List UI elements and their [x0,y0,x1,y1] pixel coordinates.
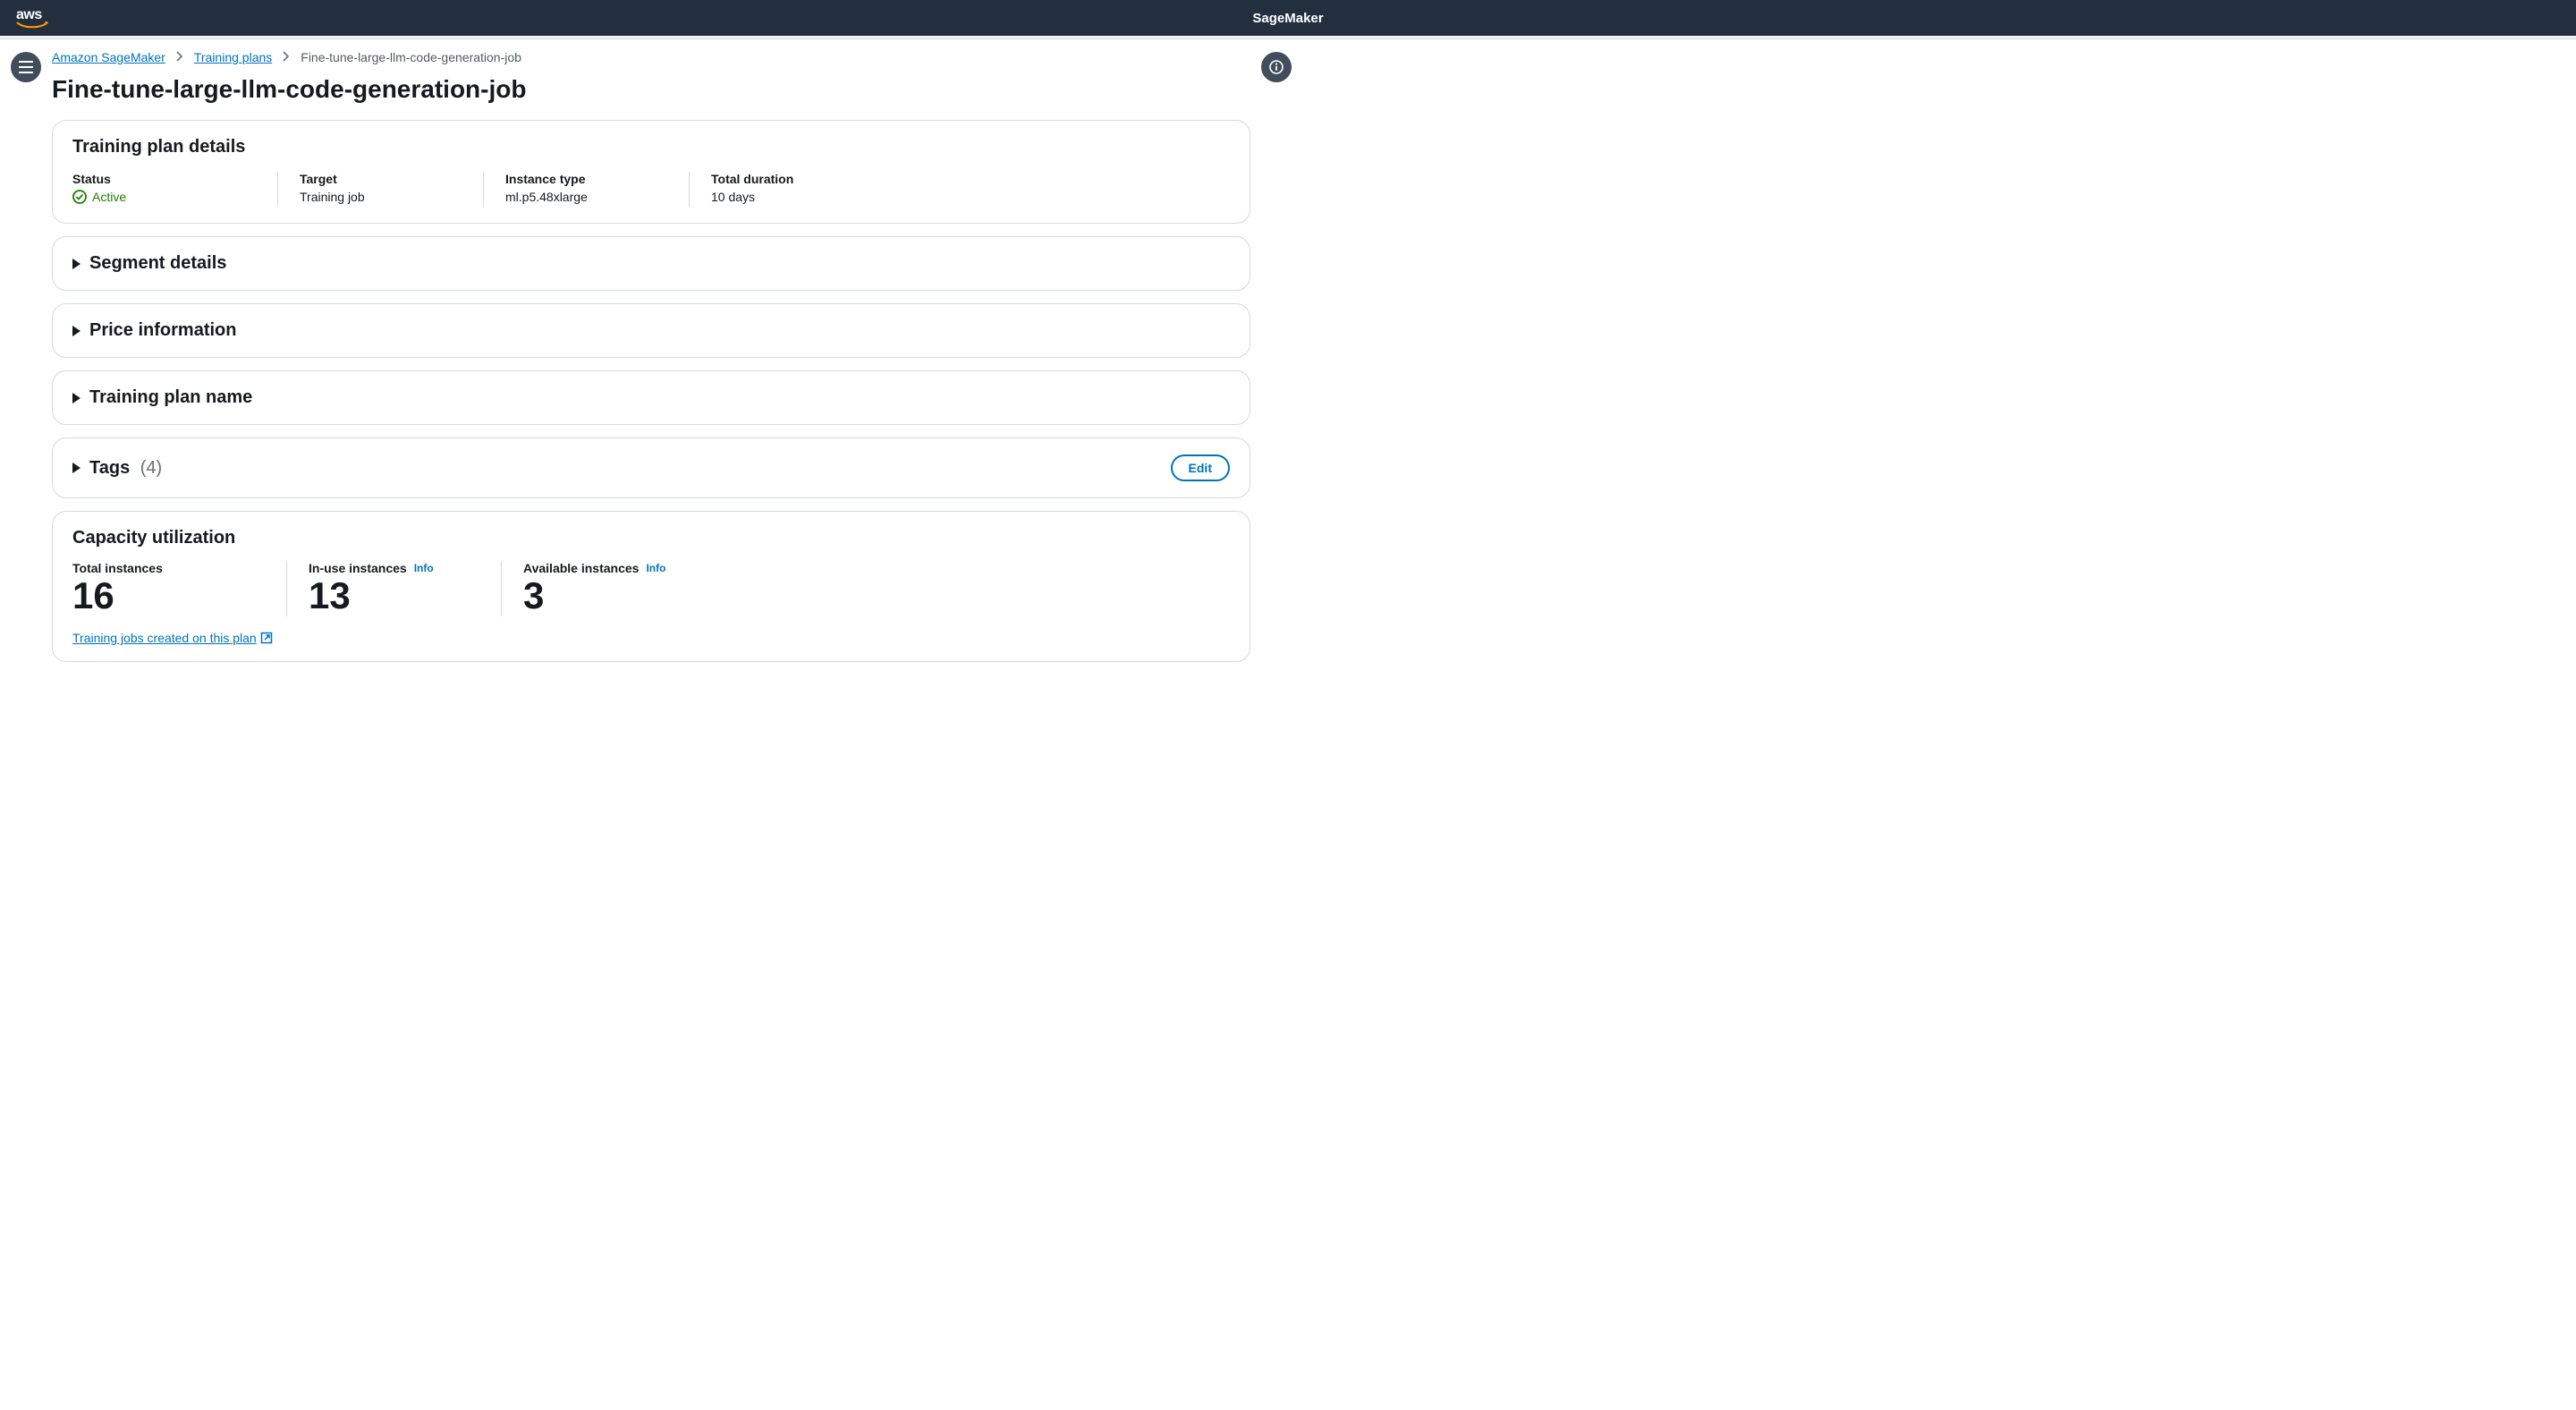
price-information-toggle[interactable]: Price information [72,320,1230,341]
training-jobs-link[interactable]: Training jobs created on this plan [72,631,273,645]
inuse-info-link[interactable]: Info [414,562,434,574]
chevron-right-icon [283,50,290,64]
total-instances-value: 16 [72,575,265,616]
price-information-heading: Price information [89,320,236,341]
total-instances-label: Total instances [72,561,163,575]
breadcrumb-root-link[interactable]: Amazon SageMaker [52,50,165,64]
segment-details-card: Segment details [52,236,1250,291]
training-plan-name-toggle[interactable]: Training plan name [72,387,1230,408]
page-title: Fine-tune-large-llm-code-generation-job [52,75,1250,104]
external-link-icon [260,632,273,644]
available-instances-label: Available instances [523,561,639,575]
service-title: SageMaker [1252,11,1323,26]
check-circle-icon [72,190,87,204]
target-label: Target [300,172,462,186]
segment-details-toggle[interactable]: Segment details [72,253,1230,274]
training-plan-name-heading: Training plan name [89,387,252,408]
target-value: Training job [300,190,365,204]
aws-logo[interactable]: aws [16,7,48,30]
instance-type-value: ml.p5.48xlarge [505,190,588,204]
caret-right-icon [72,393,80,403]
duration-label: Total duration [711,172,874,186]
caret-right-icon [72,463,80,473]
status-text: Active [92,190,126,204]
inuse-instances-label: In-use instances [309,561,407,575]
tags-count: (4) [140,458,162,478]
chevron-right-icon [176,50,183,64]
training-plan-details-heading: Training plan details [72,137,1230,157]
training-jobs-link-text: Training jobs created on this plan [72,631,257,645]
price-information-card: Price information [52,303,1250,358]
aws-logo-text: aws [16,7,42,22]
training-plan-name-card: Training plan name [52,370,1250,425]
breadcrumb: Amazon SageMaker Training plans Fine-tun… [52,50,1250,72]
status-label: Status [72,172,256,186]
available-instances-value: 3 [523,575,695,616]
caret-right-icon [72,326,80,336]
tags-toggle[interactable]: Tags (4) [72,458,162,479]
status-value: Active [72,190,126,204]
training-plan-details-card: Training plan details Status Active Targ… [52,120,1250,224]
hamburger-icon [19,61,33,73]
info-icon [1269,60,1284,74]
capacity-utilization-card: Capacity utilization Total instances 16 … [52,511,1250,662]
aws-smile-icon [16,21,48,30]
tags-card: Tags (4) Edit [52,437,1250,498]
tags-heading: Tags [89,458,130,478]
segment-details-heading: Segment details [89,253,226,274]
top-navbar: aws SageMaker [0,0,2576,36]
inuse-instances-value: 13 [309,575,479,616]
menu-toggle-button[interactable] [11,52,41,82]
capacity-heading: Capacity utilization [72,528,1230,548]
info-panel-button[interactable] [1261,52,1292,82]
caret-right-icon [72,259,80,269]
edit-tags-button[interactable]: Edit [1171,454,1230,481]
available-info-link[interactable]: Info [646,562,665,574]
instance-type-label: Instance type [505,172,667,186]
breadcrumb-current: Fine-tune-large-llm-code-generation-job [301,50,521,64]
breadcrumb-section-link[interactable]: Training plans [194,50,272,64]
duration-value: 10 days [711,190,755,204]
